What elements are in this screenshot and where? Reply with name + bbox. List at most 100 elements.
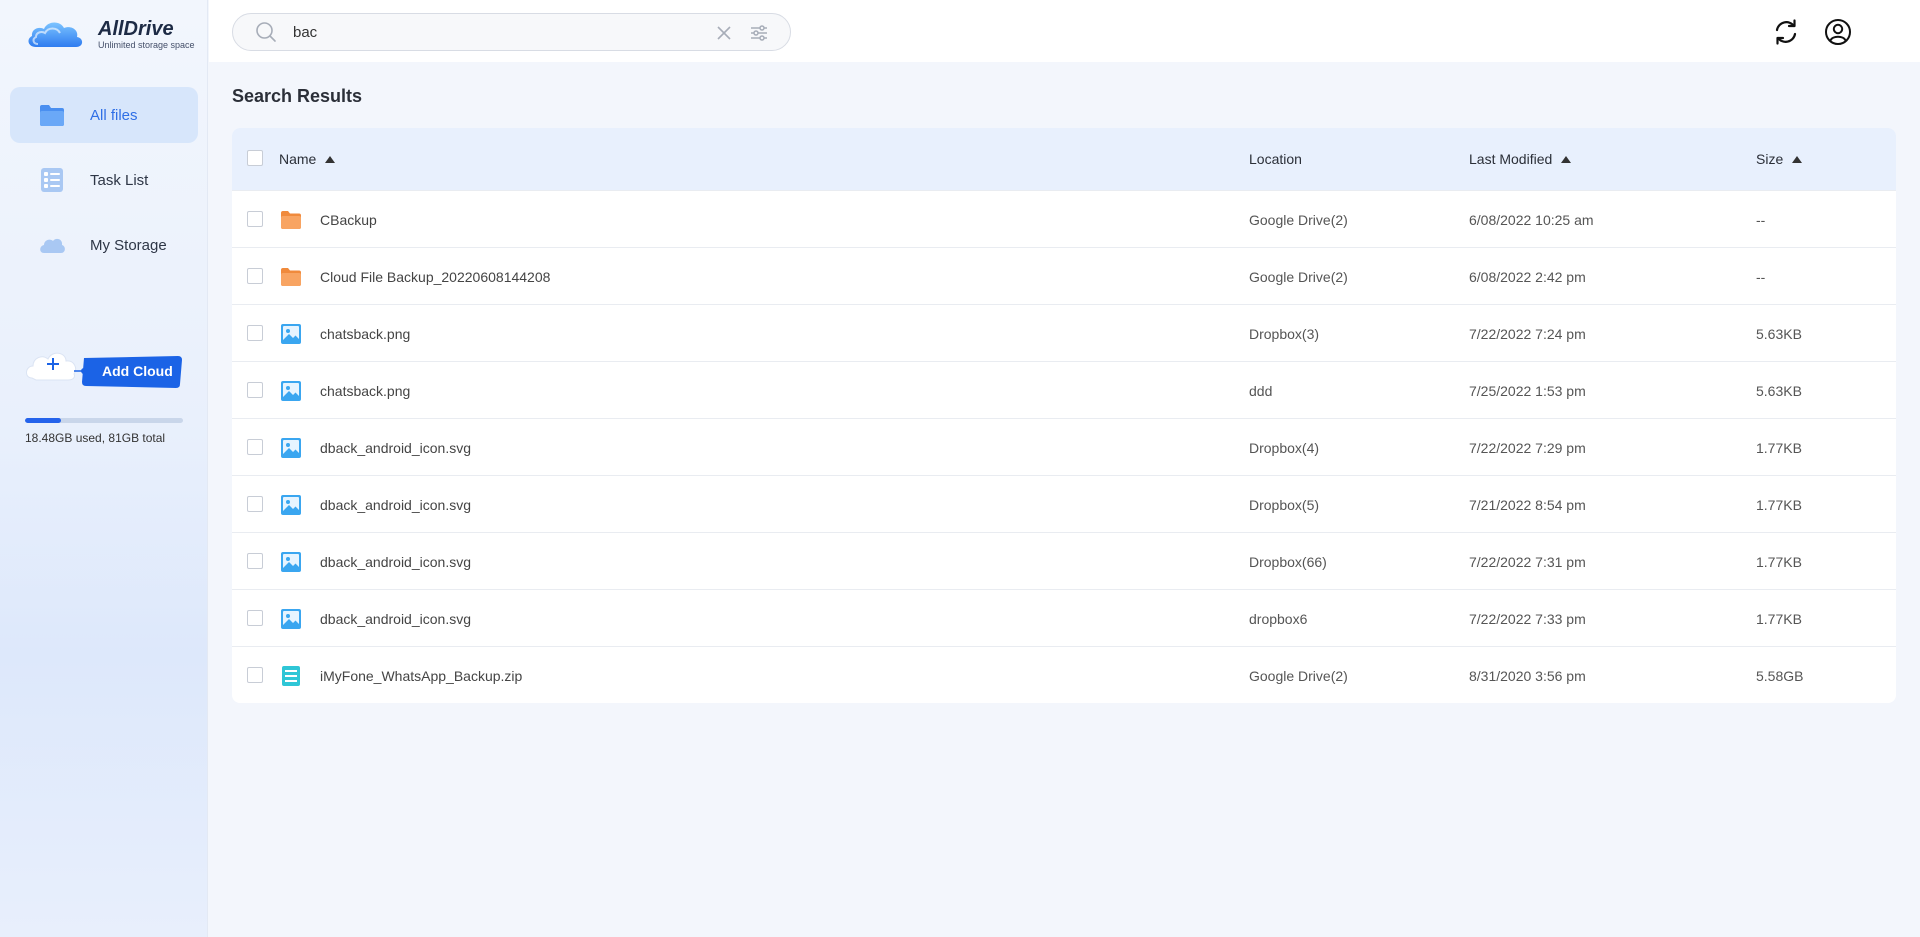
brand[interactable]: AllDrive Unlimited storage space [24, 14, 195, 54]
file-name: chatsback.png [320, 325, 411, 342]
storage-progress [25, 418, 183, 423]
filter-icon[interactable] [750, 24, 768, 42]
file-type-icon [280, 494, 302, 516]
search-box [232, 13, 791, 51]
sidebar-nav: All files Task List My Storage [10, 87, 198, 282]
table-row[interactable]: iMyFone_WhatsApp_Backup.zip Google Drive(… [232, 646, 1896, 703]
file-type-icon [280, 323, 302, 345]
sort-asc-icon[interactable] [325, 155, 336, 163]
file-name-cell[interactable]: CBackup [280, 191, 377, 248]
file-modified: 7/22/2022 7:29 pm [1469, 439, 1586, 456]
image-file-icon [281, 380, 301, 401]
row-checkbox[interactable] [247, 553, 263, 569]
column-header-label: Last Modified [1469, 151, 1553, 167]
file-location: Dropbox(5) [1249, 496, 1320, 513]
table-row[interactable]: dback_android_icon.svg Dropbox(5) 7/21/202… [232, 475, 1896, 532]
file-name: CBackup [320, 211, 377, 228]
file-type-icon [280, 665, 302, 687]
file-name: dback_android_icon.svg [320, 439, 471, 456]
file-modified: 7/25/2022 1:53 pm [1469, 382, 1586, 399]
task-list-icon [38, 166, 66, 194]
file-name-cell[interactable]: dback_android_icon.svg [280, 590, 471, 647]
storage-progress-fill [25, 418, 62, 423]
file-location: dropbox6 [1249, 610, 1308, 627]
table-row[interactable]: chatsback.png Dropbox(3) 7/22/2022 7:24 pm… [232, 304, 1896, 361]
file-table: Name Location Last Modified Size CBackup… [232, 128, 1896, 703]
sync-icon[interactable] [1772, 18, 1800, 46]
file-name-cell[interactable]: dback_android_icon.svg [280, 476, 471, 533]
app-tagline: Unlimited storage space [98, 39, 195, 50]
file-size: 5.63KB [1756, 382, 1802, 399]
row-checkbox[interactable] [247, 667, 263, 683]
app-name: AllDrive [98, 17, 174, 40]
file-type-icon [280, 209, 302, 231]
file-modified: 7/22/2022 7:33 pm [1469, 610, 1586, 627]
table-row[interactable]: dback_android_icon.svg Dropbox(4) 7/22/202… [232, 418, 1896, 475]
row-checkbox[interactable] [247, 610, 263, 626]
image-file-icon [281, 323, 301, 344]
account-icon[interactable] [1824, 18, 1852, 46]
table-row[interactable]: CBackup Google Drive(2) 6/08/2022 10:25 am… [232, 190, 1896, 247]
row-checkbox[interactable] [247, 382, 263, 398]
search-input[interactable] [293, 23, 693, 41]
zip-file-icon [282, 665, 300, 686]
file-name-cell[interactable]: Cloud File Backup_20220608144208 [280, 248, 550, 305]
file-size: 1.77KB [1756, 439, 1802, 456]
table-row[interactable]: Cloud File Backup_20220608144208 Google D… [232, 247, 1896, 304]
file-name-cell[interactable]: chatsback.png [280, 362, 410, 419]
file-location: Dropbox(4) [1249, 439, 1320, 456]
top-bar [209, 0, 1920, 62]
add-cloud-button[interactable]: Add Cloud [26, 344, 182, 394]
file-size: 5.58GB [1756, 667, 1804, 684]
image-file-icon [281, 437, 301, 458]
file-type-icon [280, 437, 302, 459]
file-name: iMyFone_WhatsApp_Backup.zip [320, 667, 523, 684]
image-file-icon [281, 608, 301, 629]
column-header-label: Size [1756, 151, 1784, 167]
table-row[interactable]: chatsback.png ddd 7/25/2022 1:53 pm 5.63KB [232, 361, 1896, 418]
file-size: 5.63KB [1756, 325, 1802, 342]
add-cloud-label: Add Cloud [102, 363, 173, 379]
file-name-cell[interactable]: chatsback.png [280, 305, 410, 362]
row-checkbox[interactable] [247, 268, 263, 284]
file-name-cell[interactable]: iMyFone_WhatsApp_Backup.zip [280, 647, 522, 703]
file-size: 1.77KB [1756, 610, 1802, 627]
file-name-cell[interactable]: dback_android_icon.svg [280, 419, 471, 476]
table-body: CBackup Google Drive(2) 6/08/2022 10:25 am… [232, 190, 1896, 703]
row-checkbox[interactable] [247, 439, 263, 455]
sidebar-item-all-files[interactable]: All files [10, 87, 198, 143]
file-name: dback_android_icon.svg [320, 553, 471, 570]
row-checkbox[interactable] [247, 496, 263, 512]
file-size: 1.77KB [1756, 496, 1802, 513]
file-modified: 6/08/2022 10:25 am [1469, 211, 1594, 228]
sort-asc-icon[interactable] [1561, 155, 1572, 163]
sidebar-item-task-list[interactable]: Task List [10, 152, 198, 208]
row-checkbox[interactable] [247, 211, 263, 227]
sidebar-item-label: My Storage [90, 236, 167, 254]
row-checkbox[interactable] [247, 325, 263, 341]
column-header-name[interactable]: Name [279, 151, 336, 167]
file-type-icon [280, 551, 302, 573]
table-row[interactable]: dback_android_icon.svg dropbox6 7/22/2022 … [232, 589, 1896, 646]
folder-icon [38, 101, 66, 129]
file-name: dback_android_icon.svg [320, 496, 471, 513]
sidebar-item-my-storage[interactable]: My Storage [10, 217, 198, 273]
file-type-icon [280, 608, 302, 630]
select-all-checkbox[interactable] [247, 150, 263, 166]
sidebar: AllDrive Unlimited storage space All fil… [0, 0, 208, 937]
folder-icon [281, 267, 301, 286]
sort-asc-icon[interactable] [1792, 155, 1803, 163]
column-header-size[interactable]: Size [1756, 151, 1803, 167]
table-row[interactable]: dback_android_icon.svg Dropbox(66) 7/22/20… [232, 532, 1896, 589]
image-file-icon [281, 551, 301, 572]
file-name-cell[interactable]: dback_android_icon.svg [280, 533, 471, 590]
file-location: Dropbox(66) [1249, 553, 1327, 570]
sidebar-item-label: All files [90, 106, 138, 124]
page-title: Search Results [232, 86, 363, 106]
file-name: dback_android_icon.svg [320, 610, 471, 627]
storage-usage-text: 18.48GB used, 81GB total [25, 431, 166, 445]
search-icon [255, 21, 277, 43]
clear-search-icon[interactable] [716, 25, 732, 41]
file-type-icon [280, 266, 302, 288]
column-header-last-modified[interactable]: Last Modified [1469, 151, 1572, 167]
